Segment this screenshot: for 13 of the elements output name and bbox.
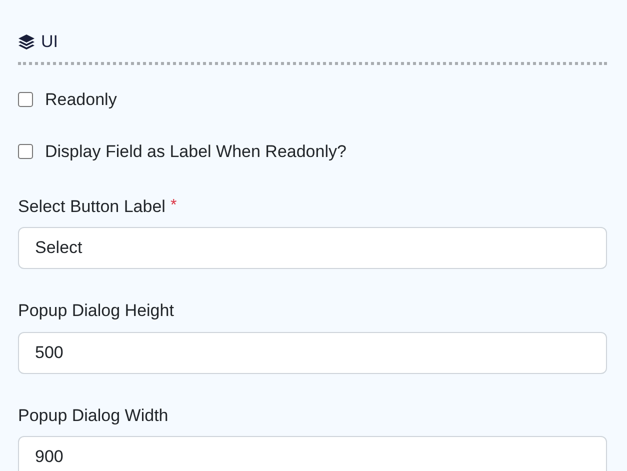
required-mark: * bbox=[170, 196, 177, 216]
checkbox-label: Readonly bbox=[45, 88, 117, 110]
input-field[interactable]: 900 bbox=[18, 436, 607, 471]
checkbox[interactable] bbox=[18, 92, 33, 107]
checkbox[interactable] bbox=[18, 144, 33, 160]
input-field[interactable]: 500 bbox=[18, 332, 607, 374]
field-label: Select Button Label bbox=[18, 196, 166, 218]
field-label: Popup Dialog Width bbox=[18, 404, 168, 426]
checkbox-label: Display Field as Label When Readonly? bbox=[45, 141, 346, 163]
input-field[interactable]: Select bbox=[18, 227, 607, 269]
layers-icon bbox=[18, 34, 35, 50]
section-title: UI bbox=[41, 31, 58, 53]
field-label: Popup Dialog Height bbox=[18, 300, 174, 322]
